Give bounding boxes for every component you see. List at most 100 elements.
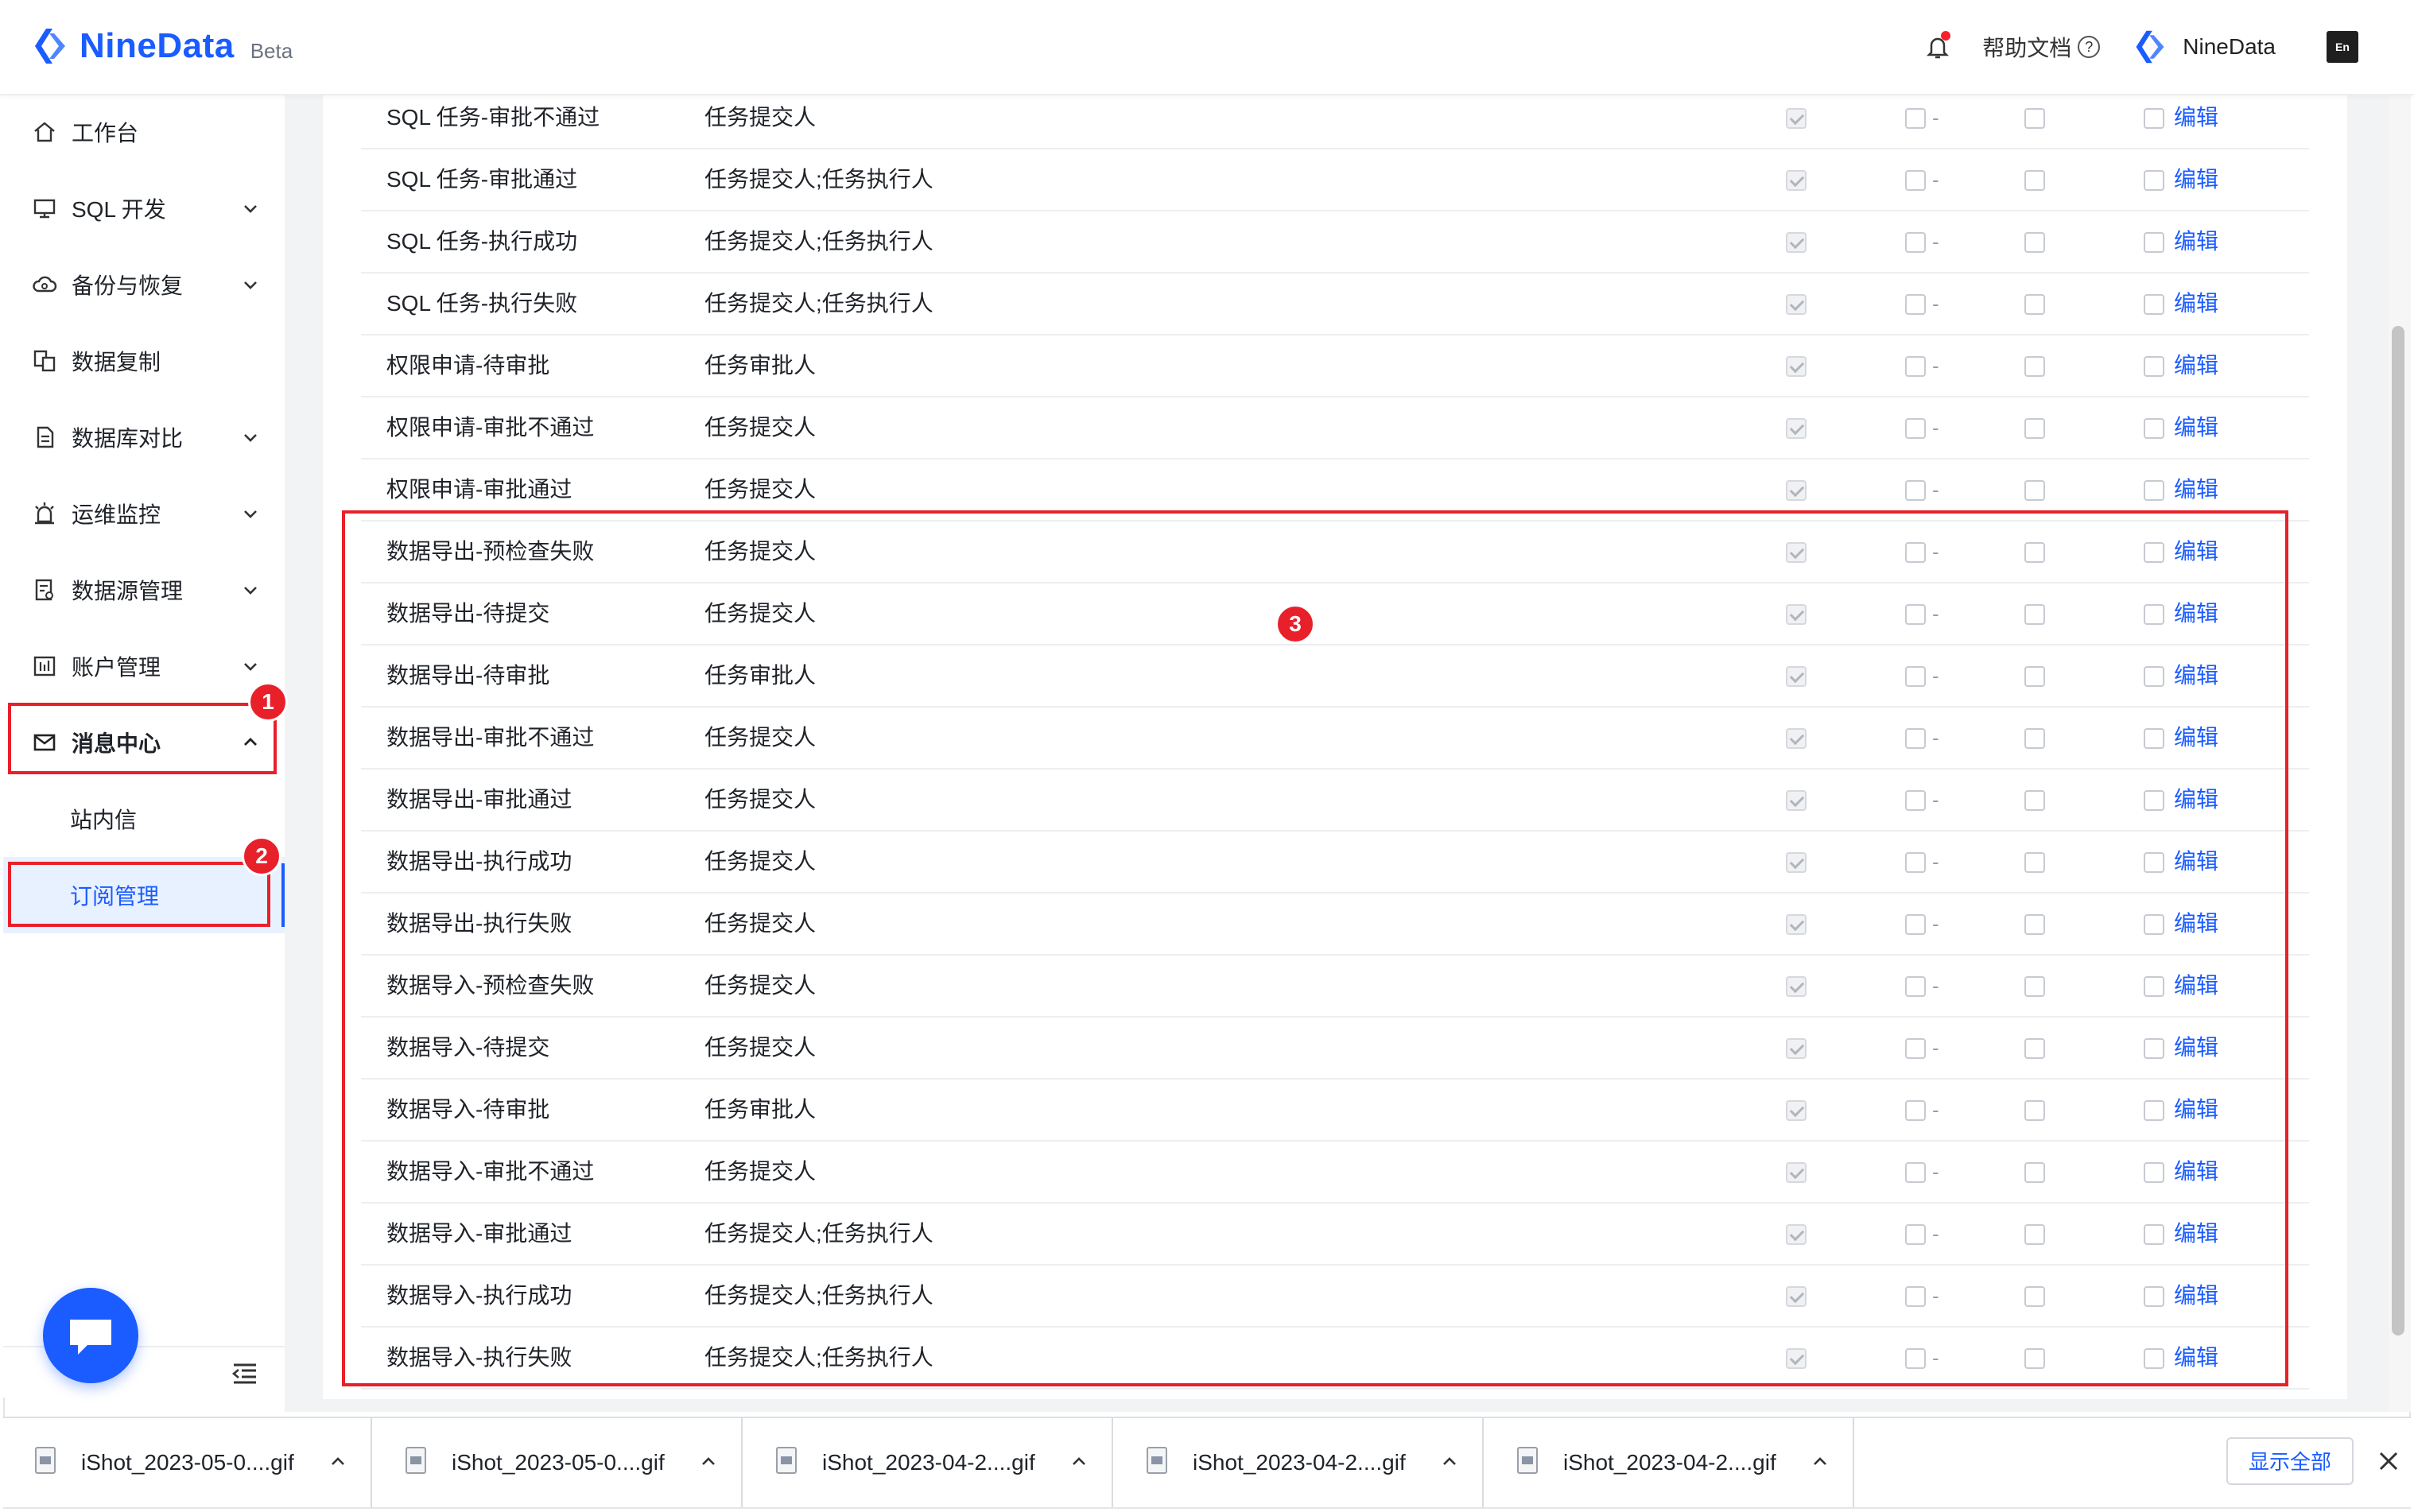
sidebar-item-label: 数据源管理 xyxy=(72,579,184,603)
download-item[interactable]: iShot_2023-04-2....gif xyxy=(1485,1418,1854,1507)
chevron-up-icon[interactable] xyxy=(1811,1453,1829,1471)
user-menu[interactable]: NineData xyxy=(2132,28,2276,66)
annotation-badge-3: 3 xyxy=(1275,604,1315,644)
sidebar-item-label: 运维监控 xyxy=(72,502,161,527)
sidebar-item-db-compare[interactable]: 数据库对比 xyxy=(3,399,285,475)
gif-file-icon xyxy=(1517,1447,1538,1474)
channel-checkbox[interactable] xyxy=(1905,108,1926,129)
channel-checkbox[interactable] xyxy=(2144,418,2164,439)
channel-checkbox[interactable] xyxy=(2024,170,2045,191)
channel-checkbox[interactable] xyxy=(2144,356,2164,377)
chevron-down-icon xyxy=(244,281,257,289)
chevron-up-icon[interactable] xyxy=(1441,1453,1458,1471)
monitor-icon xyxy=(33,199,56,219)
channel-checkbox[interactable] xyxy=(2024,232,2045,253)
empty-value: - xyxy=(1932,416,1939,440)
channel-checkbox-checked-disabled xyxy=(1786,356,1807,377)
channel-checkbox[interactable] xyxy=(2144,170,2164,191)
scrollbar-thumb[interactable] xyxy=(2392,326,2404,1336)
download-filename: iShot_2023-05-0....gif xyxy=(81,1450,294,1475)
chevron-up-icon[interactable] xyxy=(700,1453,717,1471)
edit-link[interactable]: 编辑 xyxy=(2174,211,2218,272)
app-name: NineData xyxy=(80,26,235,65)
chat-bubble-icon xyxy=(70,1320,111,1355)
edit-link[interactable]: 编辑 xyxy=(2174,149,2218,210)
download-filename: iShot_2023-04-2....gif xyxy=(1563,1450,1776,1475)
channel-checkbox-checked-disabled xyxy=(1786,170,1807,191)
show-all-button[interactable]: 显示全部 xyxy=(2226,1437,2354,1485)
notification-bell-icon[interactable] xyxy=(1922,31,1954,63)
recipient-role: 任务提交人;任务执行人 xyxy=(704,229,933,254)
sidebar-item-data-replication[interactable]: 数据复制 xyxy=(3,323,285,399)
language-switch-icon[interactable]: En xyxy=(2327,31,2358,63)
channel-checkbox[interactable] xyxy=(1905,294,1926,315)
collapse-sidebar-icon[interactable] xyxy=(231,1361,259,1386)
download-filename: iShot_2023-04-2....gif xyxy=(822,1450,1035,1475)
channel-checkbox[interactable] xyxy=(2024,356,2045,377)
channel-checkbox[interactable] xyxy=(2024,294,2045,315)
user-avatar-icon xyxy=(2136,30,2164,64)
help-docs-link[interactable]: 帮助文档 ? xyxy=(1982,31,2101,63)
edit-link[interactable]: 编辑 xyxy=(2174,397,2218,458)
channel-checkbox[interactable] xyxy=(1905,480,1926,501)
event-name: 权限申请-待审批 xyxy=(386,353,550,378)
channel-checkbox[interactable] xyxy=(1905,170,1926,191)
download-item[interactable]: iShot_2023-04-2....gif xyxy=(1115,1418,1484,1507)
recipient-role: 任务提交人;任务执行人 xyxy=(704,291,933,316)
edit-link[interactable]: 编辑 xyxy=(2174,273,2218,334)
table-row: 权限申请-审批不通过 任务提交人 - 编辑 xyxy=(361,397,2309,459)
annotation-badge-2: 2 xyxy=(242,836,281,876)
sidebar-item-backup[interactable]: 备份与恢复 xyxy=(3,246,285,323)
download-bar: iShot_2023-05-0....gif iShot_2023-05-0...… xyxy=(3,1417,2411,1507)
account-icon xyxy=(33,656,56,677)
sidebar-item-ops-monitor[interactable]: 运维监控 xyxy=(3,475,285,552)
channel-checkbox[interactable] xyxy=(2144,108,2164,129)
highlight-box-message-center xyxy=(8,703,277,774)
empty-value: - xyxy=(1932,354,1939,378)
sidebar-item-sql-dev[interactable]: SQL 开发 xyxy=(3,170,285,246)
edit-link[interactable]: 编辑 xyxy=(2174,94,2218,148)
home-icon xyxy=(34,122,55,142)
download-item[interactable]: iShot_2023-04-2....gif xyxy=(744,1418,1113,1507)
channel-checkbox[interactable] xyxy=(2144,480,2164,501)
download-item[interactable]: iShot_2023-05-0....gif xyxy=(374,1418,743,1507)
download-item[interactable]: iShot_2023-05-0....gif xyxy=(3,1418,372,1507)
recipient-role: 任务审批人 xyxy=(704,353,817,378)
close-icon[interactable] xyxy=(2374,1447,2403,1475)
event-name: 权限申请-审批不通过 xyxy=(386,415,595,440)
sidebar-item-label: 站内信 xyxy=(70,808,138,832)
edit-link[interactable]: 编辑 xyxy=(2174,335,2218,396)
channel-checkbox-checked-disabled xyxy=(1786,480,1807,501)
table-row: SQL 任务-审批通过 任务提交人;任务执行人 - 编辑 xyxy=(361,149,2309,211)
channel-checkbox[interactable] xyxy=(1905,232,1926,253)
recipient-role: 任务提交人;任务执行人 xyxy=(704,167,933,192)
sidebar-subitem-inbox[interactable]: 站内信 xyxy=(3,781,285,857)
compare-doc-icon xyxy=(37,426,54,448)
sidebar-item-account[interactable]: 账户管理 xyxy=(3,628,285,704)
channel-checkbox[interactable] xyxy=(2024,418,2045,439)
highlight-box-subscription xyxy=(8,862,270,927)
app-logo[interactable]: NineData Beta xyxy=(30,25,293,67)
event-name: SQL 任务-审批通过 xyxy=(386,167,578,192)
channel-checkbox[interactable] xyxy=(2024,108,2045,129)
table-row: 权限申请-待审批 任务审批人 - 编辑 xyxy=(361,335,2309,397)
sidebar-item-label: 备份与恢复 xyxy=(72,273,184,298)
gif-file-icon xyxy=(35,1447,56,1474)
sidebar-item-workbench[interactable]: 工作台 xyxy=(3,94,285,170)
chat-support-button[interactable] xyxy=(43,1288,138,1383)
chevron-up-icon[interactable] xyxy=(1070,1453,1088,1471)
help-docs-label: 帮助文档 xyxy=(1982,36,2072,60)
sidebar-item-datasource[interactable]: 数据源管理 xyxy=(3,552,285,628)
chevron-down-icon xyxy=(244,510,257,518)
sidebar-item-label: 账户管理 xyxy=(72,655,161,680)
empty-value: - xyxy=(1932,168,1939,192)
channel-checkbox[interactable] xyxy=(1905,418,1926,439)
channel-checkbox[interactable] xyxy=(2024,480,2045,501)
channel-checkbox[interactable] xyxy=(2144,294,2164,315)
channel-checkbox[interactable] xyxy=(1905,356,1926,377)
event-name: SQL 任务-执行失败 xyxy=(386,291,578,316)
channel-checkbox[interactable] xyxy=(2144,232,2164,253)
header-actions: 帮助文档 ? NineData En xyxy=(1922,27,2358,67)
chevron-up-icon[interactable] xyxy=(329,1453,347,1471)
copy-database-icon xyxy=(33,350,56,372)
